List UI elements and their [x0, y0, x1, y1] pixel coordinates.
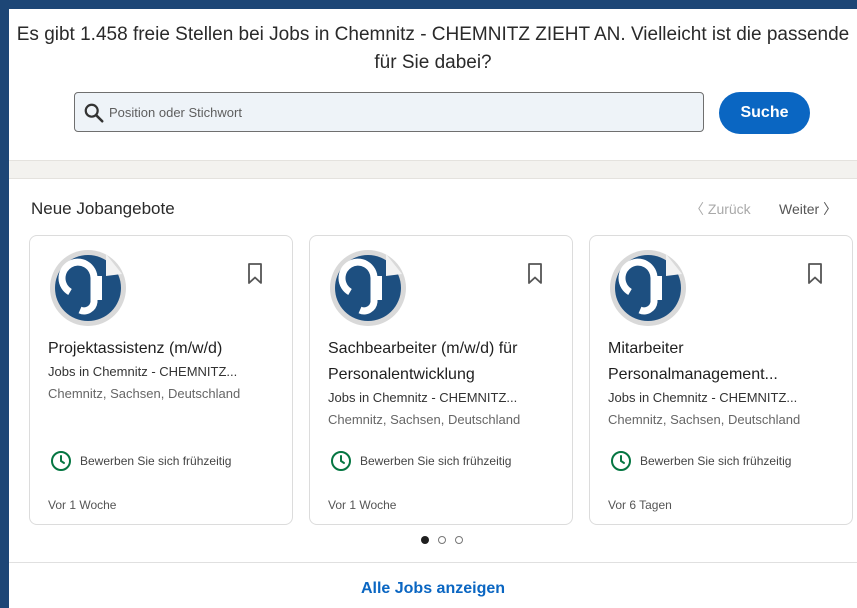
bookmark-icon[interactable]: [526, 262, 544, 286]
search-input[interactable]: [109, 93, 689, 131]
company-logo-icon: [330, 250, 406, 326]
job-card[interactable]: Mitarbeiter Personalmanagement... Jobs i…: [589, 235, 853, 525]
apply-early-text: Bewerben Sie sich frühzeitig: [640, 454, 792, 468]
bookmark-icon[interactable]: [246, 262, 264, 286]
page-headline: Es gibt 1.458 freie Stellen bei Jobs in …: [16, 24, 850, 73]
job-title[interactable]: Mitarbeiter Personalmanagement...: [608, 336, 838, 388]
pagination-dot-active[interactable]: [421, 536, 429, 544]
apply-early-text: Bewerben Sie sich frühzeitig: [80, 454, 232, 468]
job-location: Chemnitz, Sachsen, Deutschland: [608, 412, 801, 427]
footer-divider: [9, 562, 857, 563]
pagination-dot[interactable]: [438, 536, 446, 544]
job-card[interactable]: Projektassistenz (m/w/d) Jobs in Chemnit…: [29, 235, 293, 525]
job-location: Chemnitz, Sachsen, Deutschland: [48, 386, 241, 401]
search-button[interactable]: Suche: [719, 92, 810, 134]
company-name: Jobs in Chemnitz - CHEMNITZ...: [48, 364, 238, 379]
job-widget-panel: Es gibt 1.458 freie Stellen bei Jobs in …: [9, 9, 857, 608]
clock-icon: [51, 451, 71, 471]
carousel-next-button[interactable]: Weiter 〉: [779, 199, 837, 219]
search-box[interactable]: [74, 92, 704, 132]
bookmark-icon[interactable]: [806, 262, 824, 286]
carousel-prev-button[interactable]: 〈 Zurück: [690, 199, 751, 219]
search-icon: [84, 103, 104, 123]
pagination-dot[interactable]: [455, 536, 463, 544]
job-card[interactable]: Sachbearbeiter (m/w/d) für Personalentwi…: [309, 235, 573, 525]
company-logo-icon: [610, 250, 686, 326]
company-name: Jobs in Chemnitz - CHEMNITZ...: [608, 390, 798, 405]
posted-time: Vor 1 Woche: [48, 498, 117, 512]
apply-early-text: Bewerben Sie sich frühzeitig: [360, 454, 512, 468]
all-jobs-link[interactable]: Alle Jobs anzeigen: [9, 580, 857, 598]
section-title: Neue Jobangebote: [31, 199, 175, 218]
clock-icon: [331, 451, 351, 471]
posted-time: Vor 1 Woche: [328, 498, 397, 512]
company-logo-icon: [50, 250, 126, 326]
company-name: Jobs in Chemnitz - CHEMNITZ...: [328, 390, 518, 405]
section-divider: [9, 160, 857, 179]
clock-icon: [611, 451, 631, 471]
posted-time: Vor 6 Tagen: [608, 498, 672, 512]
job-location: Chemnitz, Sachsen, Deutschland: [328, 412, 521, 427]
carousel-pagination: [421, 536, 471, 546]
job-title[interactable]: Sachbearbeiter (m/w/d) für Personalentwi…: [328, 336, 558, 388]
job-title[interactable]: Projektassistenz (m/w/d): [48, 336, 278, 362]
